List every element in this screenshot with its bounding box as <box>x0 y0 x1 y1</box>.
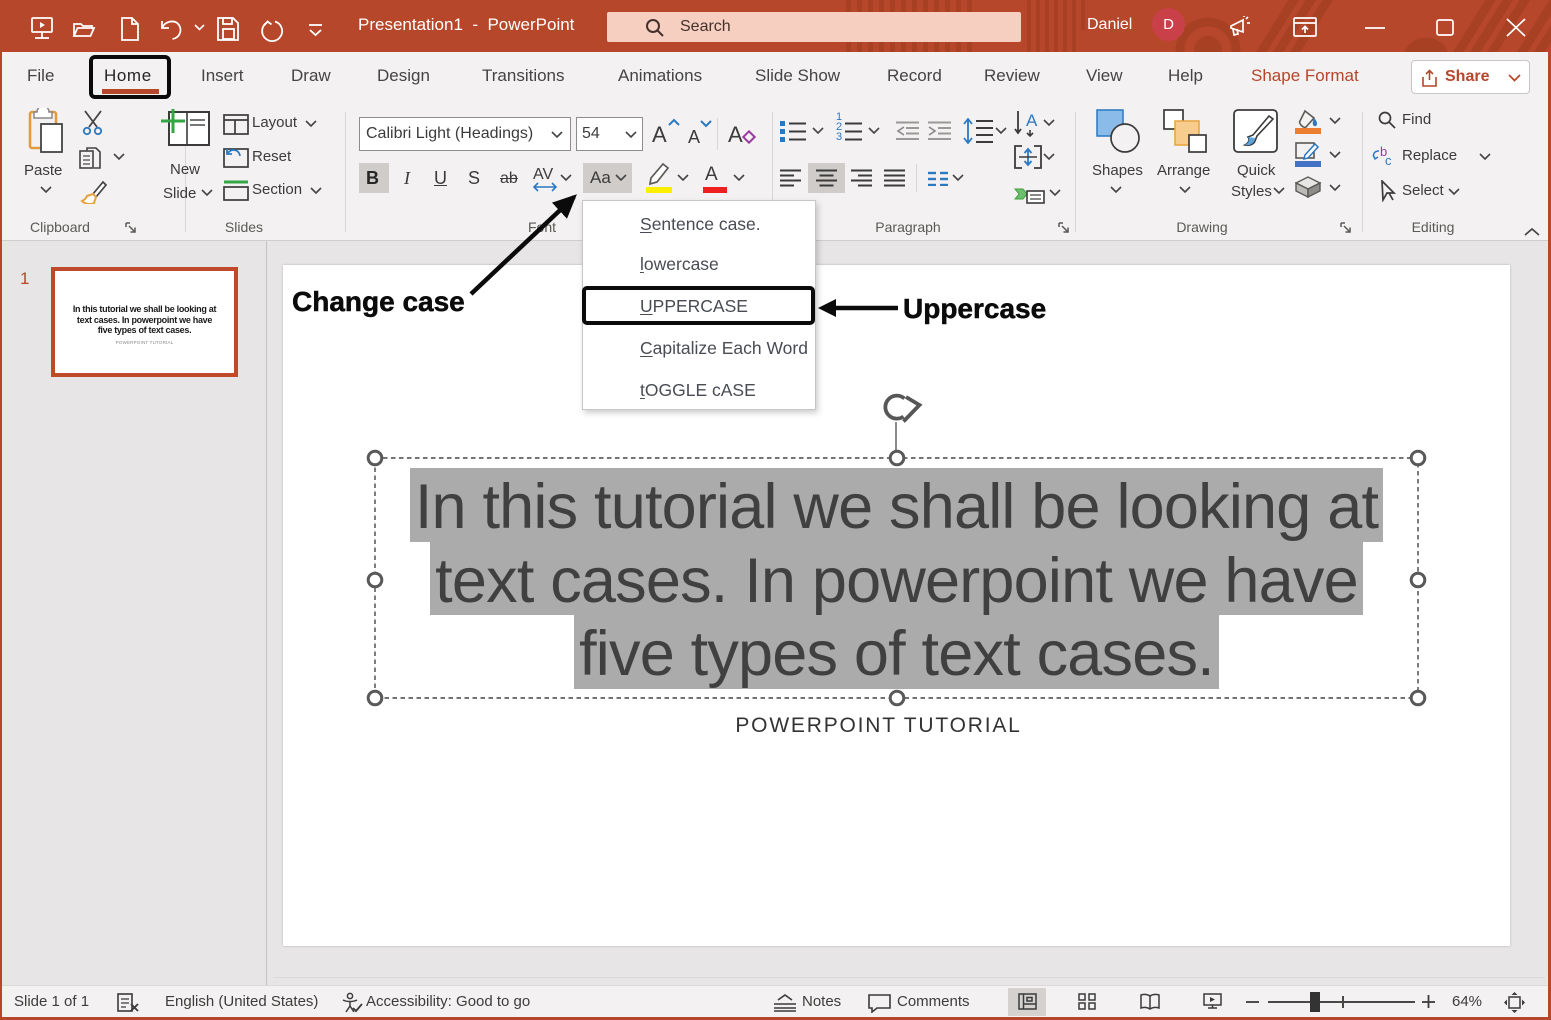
svg-text:A: A <box>1026 111 1038 130</box>
svg-text:c: c <box>1385 153 1392 166</box>
